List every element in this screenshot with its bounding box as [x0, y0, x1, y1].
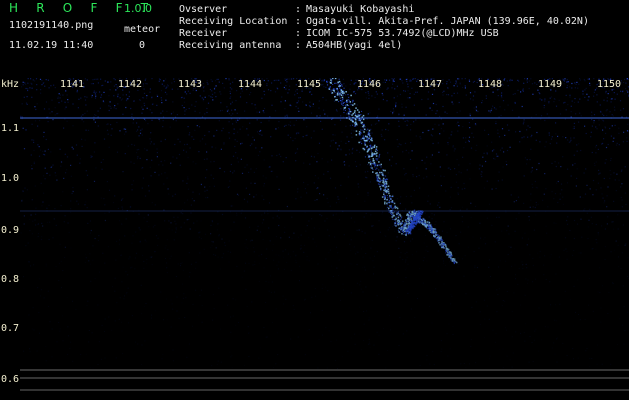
spectrogram-plot [0, 78, 629, 400]
time-tick-1144: 1144 [238, 79, 263, 90]
time-tick-1149: 1149 [538, 79, 563, 90]
observer-value: Masayuki Kobayashi [306, 4, 415, 15]
capture-datetime: 11.02.19 11:40 [9, 40, 94, 51]
frequency-tick-0-7: 0.7 [1, 323, 20, 334]
location-row: Receiving Location : Ogata-vill. Akita-P… [179, 16, 624, 28]
spectrogram-panel: kHz 1141 1142 1143 1144 1145 1146 1147 1… [0, 78, 629, 400]
antenna-value: A504HB(yagi 4el) [306, 40, 403, 51]
app-version: 1.0.0 [124, 2, 152, 15]
observer-separator: : [295, 4, 302, 15]
meteor-label: meteor [124, 24, 161, 35]
time-tick-1145: 1145 [297, 79, 322, 90]
hrofft-window: H R O F F T 1.0.0 1102191140.png meteor … [0, 0, 629, 400]
receiver-value: ICOM IC-575 53.7492(@LCD)MHz USB [306, 28, 499, 39]
time-tick-1143: 1143 [178, 79, 203, 90]
receiver-label: Receiver [179, 28, 228, 39]
time-tick-1142: 1142 [118, 79, 143, 90]
observer-label: Ovserver [179, 4, 228, 15]
antenna-separator: : [295, 40, 302, 51]
observer-row: Ovserver : Masayuki Kobayashi [179, 4, 624, 16]
frequency-tick-0-8: 0.8 [1, 274, 20, 285]
time-tick-1146: 1146 [357, 79, 382, 90]
location-label: Receiving Location [179, 16, 288, 27]
time-tick-1147: 1147 [418, 79, 443, 90]
time-tick-1150: 1150 [597, 79, 622, 90]
file-name: 1102191140.png [9, 20, 94, 31]
header-panel: H R O F F T 1.0.0 1102191140.png meteor … [0, 0, 629, 78]
antenna-label: Receiving antenna [179, 40, 282, 51]
frequency-unit-label: kHz [1, 79, 20, 90]
time-tick-1148: 1148 [478, 79, 503, 90]
receiver-separator: : [295, 28, 302, 39]
frequency-tick-0-6: 0.6 [1, 374, 20, 385]
frequency-tick-1-1: 1.1 [1, 123, 20, 134]
time-tick-1141: 1141 [60, 79, 85, 90]
spectrogram-shading [0, 78, 629, 400]
receiver-row: Receiver : ICOM IC-575 53.7492(@LCD)MHz … [179, 28, 624, 40]
antenna-row: Receiving antenna : A504HB(yagi 4el) [179, 40, 624, 52]
location-value: Ogata-vill. Akita-Pref. JAPAN (139.96E, … [306, 16, 589, 27]
frequency-tick-1-0: 1.0 [1, 173, 20, 184]
meteor-count: 0 [139, 40, 146, 51]
frequency-tick-0-9: 0.9 [1, 225, 20, 236]
location-separator: : [295, 16, 302, 27]
